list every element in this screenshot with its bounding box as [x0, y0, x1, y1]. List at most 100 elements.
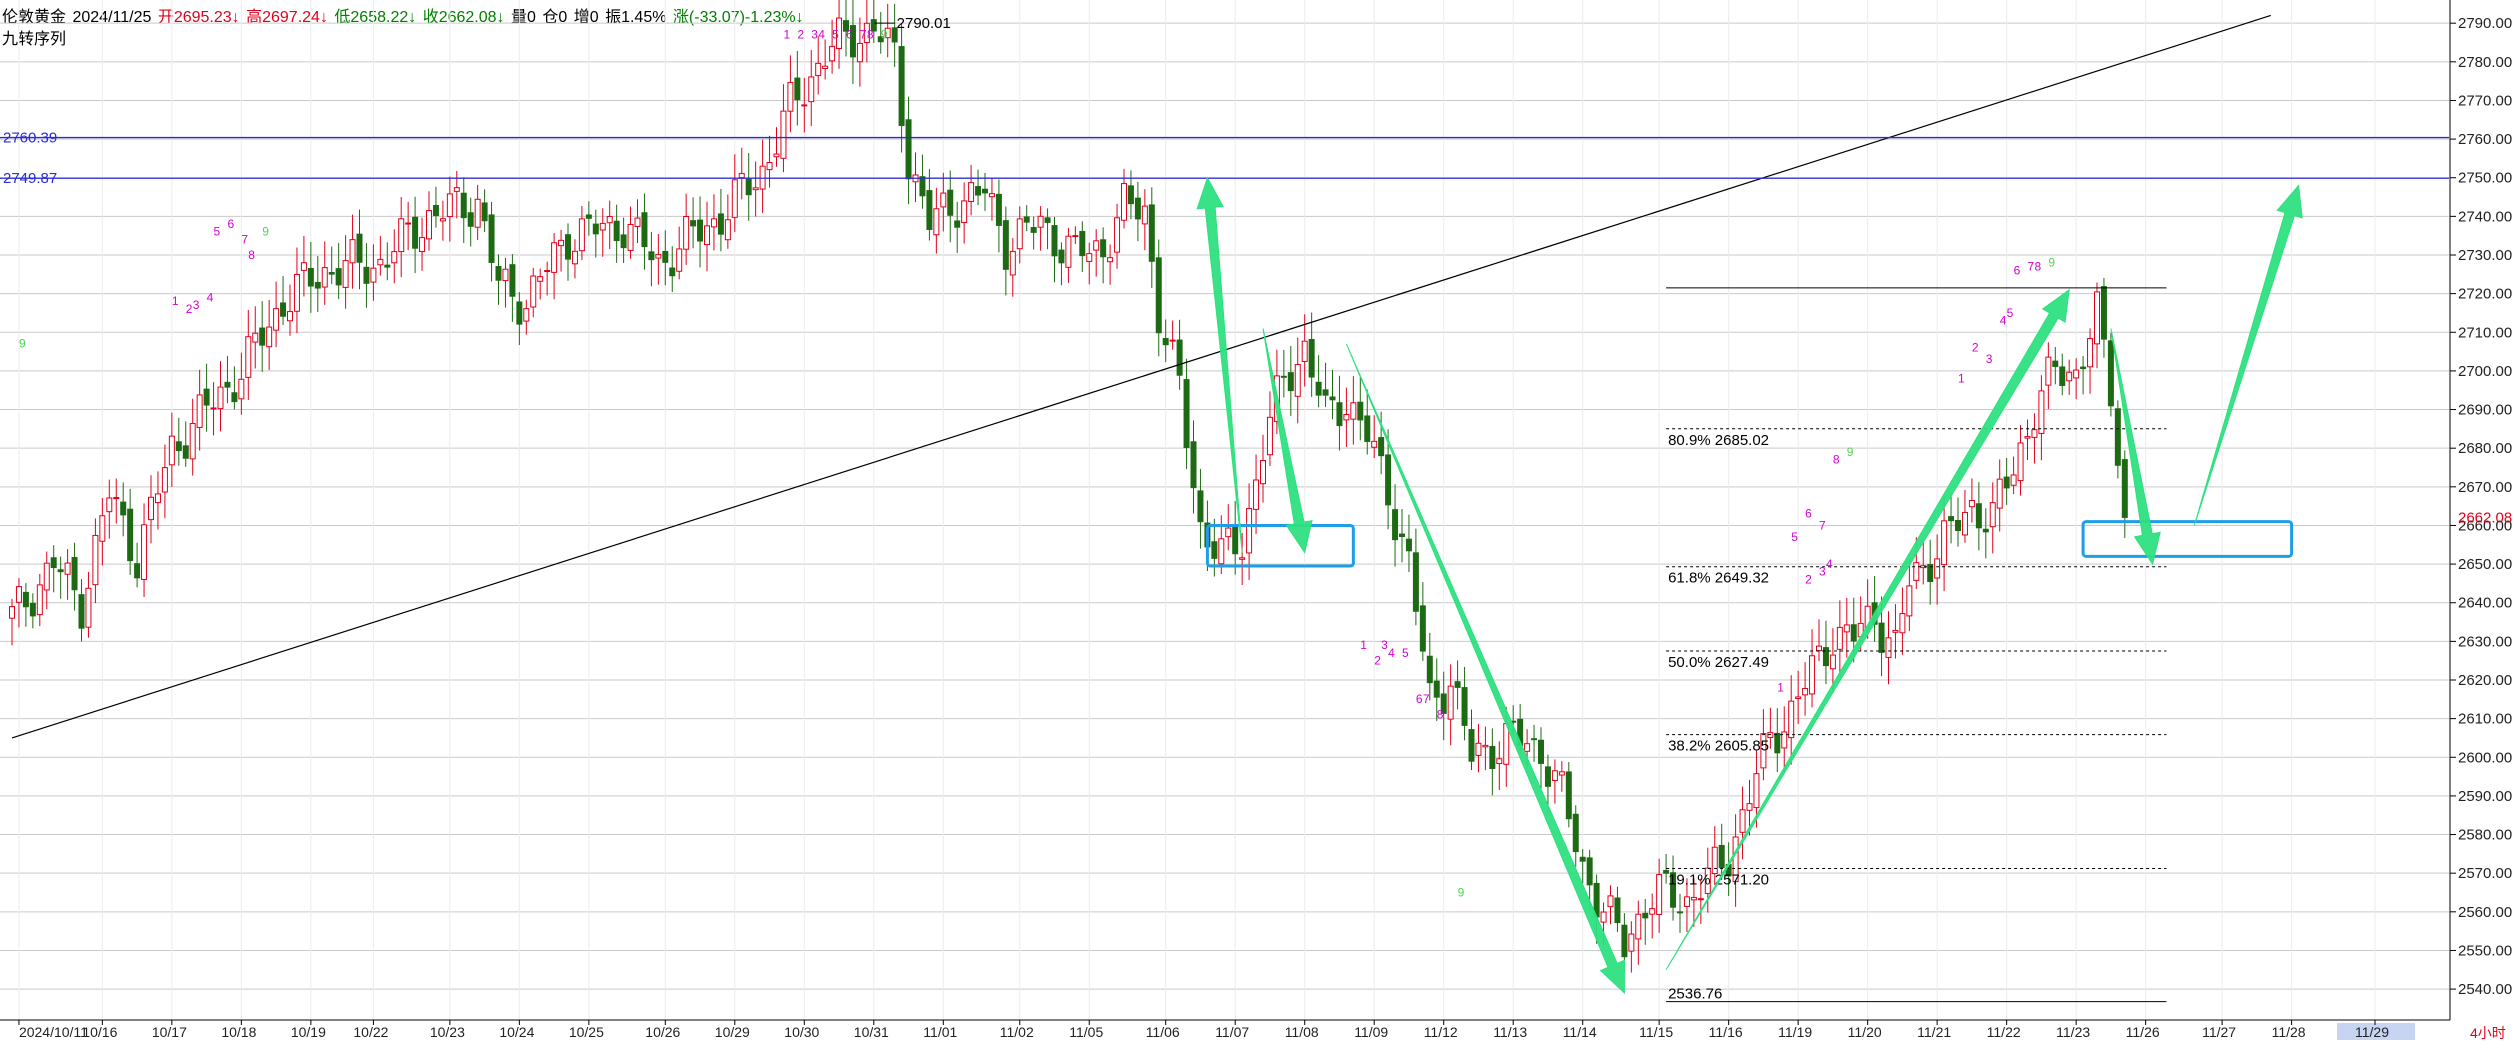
candle-body: [356, 233, 363, 263]
td-sequence-label: 5: [1791, 530, 1798, 544]
candle-body: [738, 173, 745, 179]
candle-body: [1531, 738, 1538, 741]
candle-body: [467, 212, 474, 227]
candle-body: [1051, 225, 1058, 257]
td-sequence-label: 4: [1826, 557, 1833, 571]
candle-body: [2094, 291, 2100, 345]
td-sequence-label: 6: [2014, 263, 2021, 277]
candle-body: [704, 225, 710, 246]
candle-body: [1405, 538, 1412, 552]
candle-body: [481, 202, 488, 222]
time-tick-label: 11/12: [1424, 1024, 1458, 1040]
candle-body: [300, 262, 307, 271]
candle-body: [1350, 402, 1357, 420]
time-tick-label: 11/20: [1848, 1024, 1882, 1040]
candle-body: [787, 81, 794, 112]
candle-body: [537, 276, 544, 282]
price-tick-label: 2630.00: [2458, 633, 2512, 650]
candle-body: [1260, 460, 1266, 485]
time-tick-label: 11/21: [1917, 1024, 1951, 1040]
candle-body: [1287, 372, 1294, 392]
candle-body: [1315, 381, 1322, 396]
candle-body: [1253, 479, 1260, 510]
td-sequence-label: 4: [2000, 314, 2007, 328]
candle-body: [217, 386, 224, 410]
td-sequence-label: 7: [860, 28, 867, 42]
candle-body: [578, 218, 585, 252]
candle-body: [370, 267, 377, 283]
candle-body: [1357, 401, 1364, 421]
candle-body: [1426, 655, 1433, 684]
time-tick-label: 11/22: [1987, 1024, 2021, 1040]
candle-body: [1461, 687, 1468, 726]
candle-body: [676, 248, 683, 272]
candle-body: [815, 62, 822, 77]
candle-body: [1371, 440, 1378, 448]
candle-body: [446, 193, 453, 218]
candle-body: [669, 267, 676, 277]
price-tick-label: 2560.00: [2458, 904, 2512, 921]
candle-body: [1635, 913, 1642, 940]
candle-body: [551, 242, 558, 273]
candle-body: [926, 190, 933, 230]
candle-body: [495, 266, 502, 281]
candle-body: [1030, 227, 1037, 233]
candle-body: [2052, 360, 2059, 367]
candle-body: [1572, 813, 1579, 853]
candle-body: [419, 237, 426, 253]
td-sequence-label: 3: [193, 298, 200, 312]
candle-body: [2087, 338, 2094, 368]
price-tick-label: 2580.00: [2458, 827, 2512, 844]
candle-body: [2010, 474, 2017, 486]
candle-body: [1899, 613, 1906, 634]
price-tick-label: 2650.00: [2458, 556, 2512, 573]
candle-body: [919, 176, 926, 197]
candle-body: [2024, 436, 2031, 439]
time-tick-label: 11/23: [2056, 1024, 2090, 1040]
price-tick-label: 2730.00: [2458, 247, 2512, 264]
candle-body: [1829, 654, 1836, 670]
trend-line: [11, 14, 2271, 739]
price-tick-label: 2600.00: [2458, 749, 2512, 766]
candle-body: [1148, 204, 1155, 262]
price-tick-label: 2670.00: [2458, 479, 2512, 496]
candle-body: [412, 216, 419, 249]
candle-body: [182, 445, 189, 459]
time-tick-label: 10/24: [499, 1024, 534, 1040]
candle-body: [502, 268, 509, 282]
candle-body: [2059, 366, 2066, 386]
candle-body: [1447, 685, 1454, 720]
candle-body: [1746, 803, 1753, 811]
candle-body: [1385, 454, 1392, 506]
td-sequence-label: 1: [1958, 372, 1965, 386]
candle-body: [745, 178, 752, 196]
candle-body: [78, 594, 85, 629]
horizontal-level-label: 2749.87: [3, 170, 57, 187]
time-tick-label: 11/27: [2202, 1024, 2236, 1040]
candle-body: [252, 332, 259, 343]
candle-body: [1906, 585, 1913, 617]
td-sequence-label: 2: [1374, 654, 1381, 668]
candle-body: [398, 218, 405, 253]
price-tick-label: 2770.00: [2458, 92, 2512, 109]
candle-body: [29, 602, 36, 617]
time-tick-label: 10/19: [291, 1024, 326, 1040]
candle-body: [1183, 379, 1190, 449]
candle-body: [1996, 478, 2003, 509]
candle-body: [259, 327, 266, 346]
td-sequence-label: 5: [1402, 646, 1409, 660]
candle-body: [1086, 253, 1093, 262]
candles-group: [9, 0, 2128, 973]
candle-body: [1246, 508, 1253, 554]
price-tick-label: 2760.00: [2458, 131, 2512, 148]
candle-body: [933, 208, 940, 236]
candle-body: [2073, 369, 2080, 379]
td-sequence-label: 4: [818, 28, 825, 42]
candle-body: [808, 76, 815, 103]
candle-body: [1690, 896, 1697, 901]
candle-body: [1524, 743, 1531, 752]
candlestick-chart[interactable]: 2760.39 2749.87 2790.01 2536.76 80.9% 2685.0…: [0, 0, 2514, 1050]
candle-body: [1107, 257, 1114, 263]
candle-body: [905, 119, 912, 180]
candle-body: [148, 496, 154, 521]
